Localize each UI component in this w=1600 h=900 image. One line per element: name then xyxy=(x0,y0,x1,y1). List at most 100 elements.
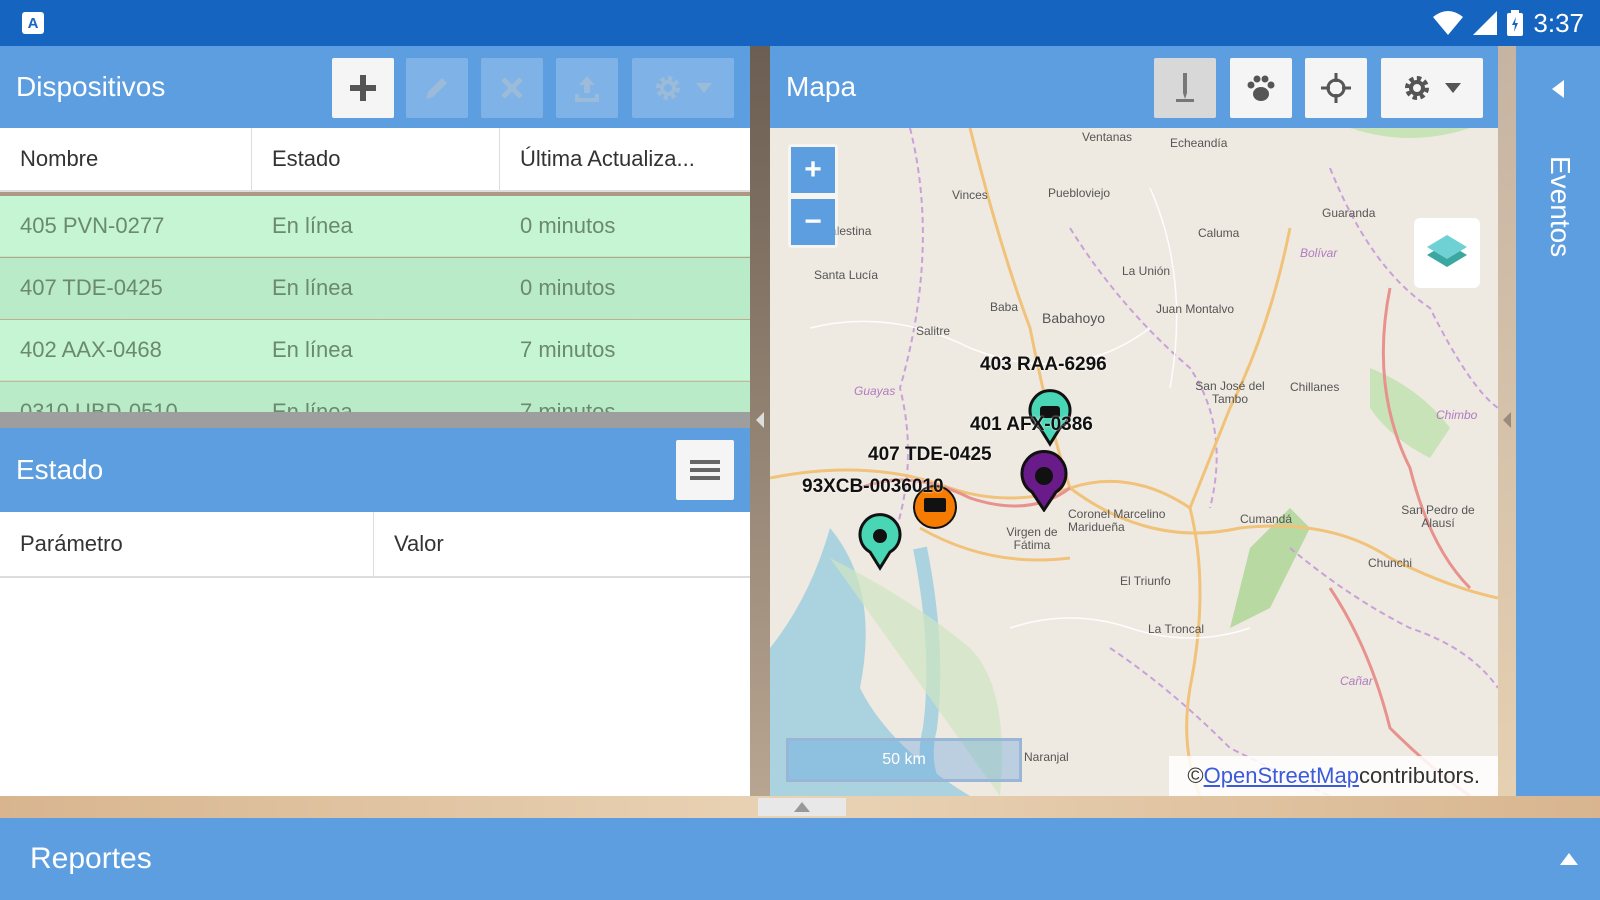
layers-button[interactable] xyxy=(1414,218,1480,288)
column-status[interactable]: Estado xyxy=(252,128,500,190)
cell-updated: 7 minutos xyxy=(520,337,616,362)
place-label: Virgen de Fátima xyxy=(1006,525,1058,553)
map-attribution: © OpenStreetMap contributors. xyxy=(1169,756,1498,796)
place-label: Echeandía xyxy=(1170,136,1228,150)
place-label: Naranjal xyxy=(1024,750,1069,764)
place-label: Puebloviejo xyxy=(1048,186,1111,200)
place-label: El Triunfo xyxy=(1120,574,1171,588)
cell-updated: 0 minutos xyxy=(520,213,616,238)
devices-table-header: Nombre Estado Última Actualiza... xyxy=(0,128,750,192)
gear-icon xyxy=(656,76,680,100)
close-icon xyxy=(501,77,523,99)
chevron-down-icon xyxy=(1445,83,1461,93)
place-label: Guaranda xyxy=(1322,206,1376,220)
right-splitter[interactable] xyxy=(1498,46,1516,796)
place-label: Santa Lucía xyxy=(814,268,879,282)
state-columns-button[interactable] xyxy=(676,440,734,500)
vehicle-label: 401 AFX-0386 xyxy=(970,414,1093,435)
place-label: La Troncal xyxy=(1148,622,1205,636)
events-panel[interactable]: Eventos xyxy=(1516,46,1600,796)
column-last-update[interactable]: Última Actualiza... xyxy=(500,128,750,190)
app-notification-icon: A xyxy=(22,12,44,34)
reports-title: Reportes xyxy=(30,842,152,875)
state-table-body xyxy=(0,578,750,796)
chevron-up-icon[interactable] xyxy=(1560,853,1578,865)
cell-name: 402 AAX-0468 xyxy=(20,337,162,362)
state-table-header: Parámetro Valor xyxy=(0,512,750,578)
map-view[interactable]: Ventanas Echeandía Vinces Puebloviejo Gu… xyxy=(770,128,1498,796)
table-row[interactable]: 405 PVN-0277 En línea 0 minutos xyxy=(0,196,750,257)
table-row[interactable]: 407 TDE-0425 En línea 0 minutos xyxy=(0,258,750,319)
devices-header: Dispositivos xyxy=(0,46,750,128)
vehicle-marker-purple[interactable] xyxy=(1014,448,1074,512)
map-settings-dropdown[interactable] xyxy=(1381,58,1483,118)
delete-device-button[interactable] xyxy=(481,58,543,118)
history-button[interactable] xyxy=(1230,58,1292,118)
vehicle-label: 403 RAA-6296 xyxy=(980,354,1107,375)
scale-bar: 50 km xyxy=(786,738,1022,782)
battery-icon xyxy=(1507,10,1524,36)
vehicle-marker-teal-2[interactable] xyxy=(852,512,908,572)
vehicle-label: 407 TDE-0425 xyxy=(868,444,992,465)
events-title: Eventos xyxy=(1545,156,1576,258)
attribution-prefix: © xyxy=(1187,763,1204,788)
place-label: Cumandá xyxy=(1240,512,1293,526)
chevron-up-icon xyxy=(794,802,810,812)
place-label: Chillanes xyxy=(1290,380,1340,394)
place-label: San José del Tambo xyxy=(1195,379,1265,407)
gear-icon xyxy=(1405,76,1429,100)
upload-icon xyxy=(575,76,599,102)
cell-status: En línea xyxy=(272,399,353,412)
place-label: Babahoyo xyxy=(1042,310,1106,326)
edit-device-button[interactable] xyxy=(406,58,468,118)
cell-status: En línea xyxy=(272,275,353,300)
column-value[interactable]: Valor xyxy=(374,512,750,576)
anchor-icon xyxy=(1176,73,1194,102)
locate-button[interactable] xyxy=(1305,58,1367,118)
zoom-control: + − xyxy=(788,144,838,248)
add-device-button[interactable] xyxy=(332,58,394,118)
bottom-splitter[interactable] xyxy=(0,796,1600,818)
wifi-icon xyxy=(1433,11,1464,35)
place-label: Chimbo xyxy=(1436,408,1478,422)
table-row[interactable]: 402 AAX-0468 En línea 7 minutos xyxy=(0,320,750,381)
cell-status: En línea xyxy=(272,337,353,362)
expand-handle[interactable] xyxy=(758,798,846,816)
map-title: Mapa xyxy=(786,71,857,102)
cell-updated: 0 minutos xyxy=(520,275,616,300)
state-title: Estado xyxy=(16,454,104,485)
place-label: Coronel Marcelino Maridueña xyxy=(1068,507,1166,535)
table-row[interactable]: 0310 UBD-0510 En línea 7 minutos xyxy=(0,382,750,412)
clock: 3:37 xyxy=(1533,7,1584,38)
column-name[interactable]: Nombre xyxy=(0,128,252,190)
device-settings-dropdown[interactable] xyxy=(632,58,734,118)
share-device-button[interactable] xyxy=(556,58,618,118)
cell-status: En línea xyxy=(272,213,353,238)
vehicle-label: 93XCB-0036010 xyxy=(802,476,944,497)
follow-button[interactable] xyxy=(1154,58,1216,118)
crosshair-icon xyxy=(1321,73,1351,103)
place-label: Bolívar xyxy=(1300,246,1338,260)
collapse-left-icon xyxy=(756,412,764,428)
column-parameter[interactable]: Parámetro xyxy=(0,512,374,576)
place-label: Cañar xyxy=(1340,674,1373,688)
zoom-in-button[interactable]: + xyxy=(791,147,835,193)
chevron-left-icon[interactable] xyxy=(1552,80,1564,98)
zoom-out-button[interactable]: − xyxy=(791,199,835,245)
place-label: Ventanas xyxy=(1082,130,1133,144)
place-label: Vinces xyxy=(952,188,988,202)
osm-link[interactable]: OpenStreetMap xyxy=(1204,763,1359,789)
reports-panel[interactable]: Reportes xyxy=(0,818,1600,900)
place-label: Juan Montalvo xyxy=(1156,302,1235,316)
cell-updated: 7 minutos xyxy=(520,399,616,412)
map-header: Mapa xyxy=(770,46,1500,128)
layers-icon xyxy=(1427,235,1467,267)
devices-title: Dispositivos xyxy=(16,71,166,102)
paw-icon xyxy=(1247,75,1275,101)
cell-name: 405 PVN-0277 xyxy=(20,213,165,238)
devices-scrollbar-track[interactable] xyxy=(0,412,750,428)
vertical-splitter[interactable] xyxy=(750,46,770,796)
place-label: La Unión xyxy=(1122,264,1171,278)
cell-name: 0310 UBD-0510 xyxy=(20,399,178,412)
plus-icon xyxy=(350,75,376,101)
